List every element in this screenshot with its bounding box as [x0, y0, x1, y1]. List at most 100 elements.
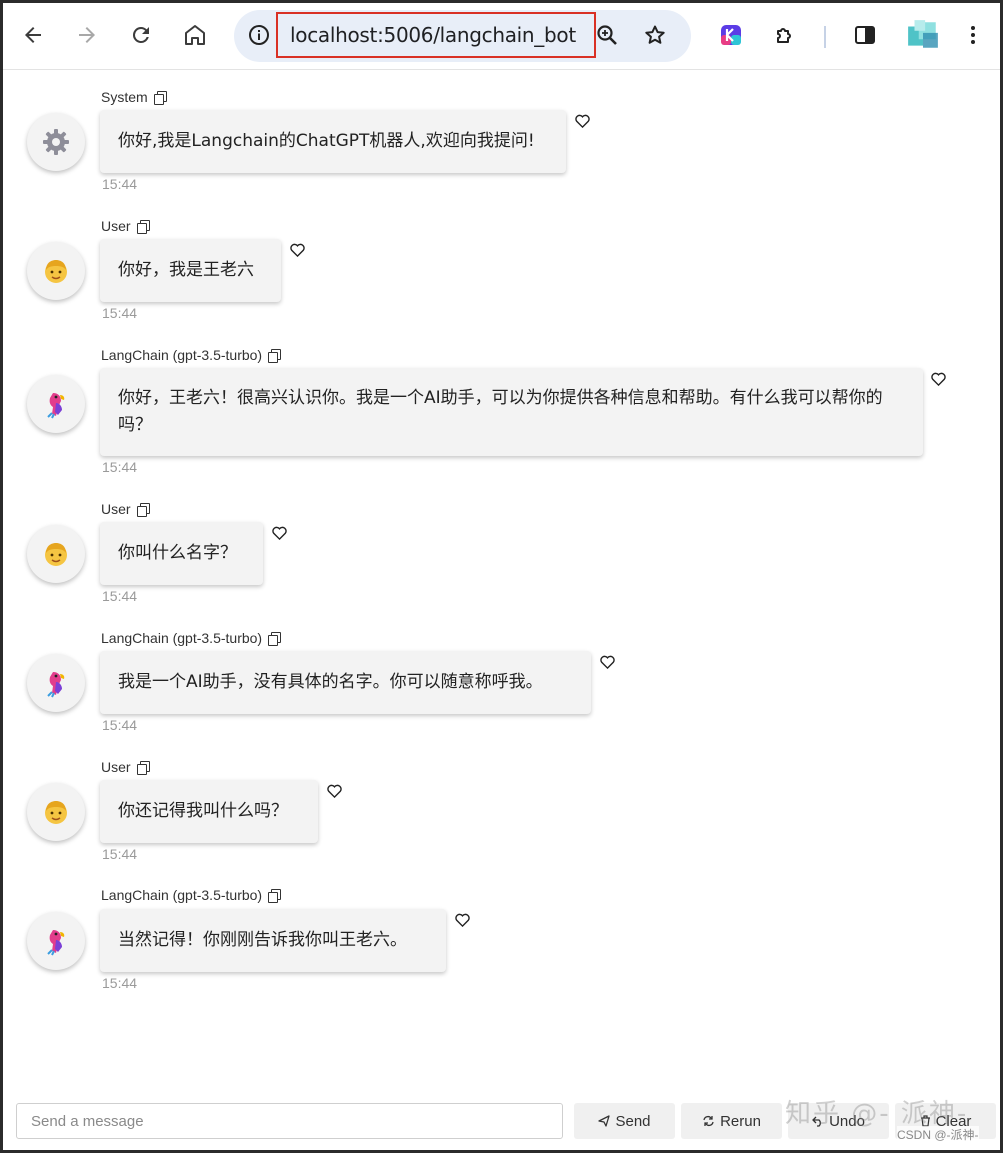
side-panel-icon — [855, 26, 875, 44]
sender-name: User — [101, 218, 131, 234]
message-sender: LangChain (gpt-3.5-turbo) — [101, 347, 282, 363]
zoom-icon — [597, 25, 617, 45]
message-bubble: 我是一个AI助手，没有具体的名字。你可以随意称呼我。 — [100, 651, 591, 714]
reload-icon — [132, 26, 149, 43]
message-text: 我是一个AI助手，没有具体的名字。你可以随意称呼我。 — [118, 672, 543, 692]
user-face-icon — [45, 801, 67, 824]
message-timestamp: 15:44 — [102, 459, 138, 475]
puzzle-extensions-icon — [777, 28, 791, 43]
sender-name: User — [101, 501, 131, 517]
message-text: 你叫什么名字？ — [118, 543, 237, 563]
heart-icon[interactable] — [931, 372, 946, 386]
user-face-icon — [45, 543, 67, 566]
menu-kebab-icon — [971, 26, 975, 44]
zhihu-watermark: 知乎 @- 派神- — [785, 1099, 969, 1129]
rerun-button[interactable]: Rerun — [681, 1103, 782, 1139]
avatar — [27, 912, 85, 970]
message-sender: System — [101, 89, 167, 105]
message-text: 你好，我是王老六 — [118, 260, 254, 280]
send-icon — [598, 1115, 611, 1127]
message-timestamp: 15:44 — [102, 176, 138, 192]
menu-button[interactable] — [955, 17, 991, 53]
gear-icon — [43, 129, 69, 155]
avatar — [27, 113, 85, 171]
message-bubble: 你叫什么名字？ — [100, 522, 263, 585]
message-sender: User — [101, 218, 150, 234]
message-bubble: 你好，王老六！很高兴认识你。我是一个AI助手，可以为你提供各种信息和帮助。有什么… — [100, 368, 923, 456]
rerun-label: Rerun — [720, 1112, 761, 1130]
message-timestamp: 15:44 — [102, 975, 138, 991]
user-face-icon — [45, 260, 67, 283]
message-timestamp: 15:44 — [102, 717, 138, 733]
message-bubble: 你还记得我叫什么吗？ — [100, 780, 318, 843]
sender-name: LangChain (gpt-3.5-turbo) — [101, 347, 263, 363]
extension-app-button[interactable] — [713, 17, 749, 53]
heart-icon[interactable] — [272, 526, 287, 540]
message-sender: User — [101, 501, 150, 517]
heart-icon[interactable] — [575, 114, 590, 128]
message-text: 你还记得我叫什么吗？ — [118, 801, 288, 821]
back-arrow-icon — [25, 27, 41, 43]
heart-icon[interactable] — [327, 784, 342, 798]
heart-icon[interactable] — [455, 913, 470, 927]
bookmark-button[interactable] — [637, 17, 673, 53]
home-icon — [185, 25, 205, 45]
avatar — [27, 654, 85, 712]
profile-button[interactable] — [901, 17, 945, 53]
sender-name: User — [101, 759, 131, 775]
browser-toolbar: localhost:5006/langchain_bot — [3, 3, 1000, 70]
zoom-button[interactable] — [589, 17, 625, 53]
extension-app-icon — [721, 25, 741, 45]
message-bubble: 你好,我是Langchain的ChatGPT机器人,欢迎向我提问! — [100, 110, 566, 173]
message-sender: LangChain (gpt-3.5-turbo) — [101, 887, 282, 903]
avatar — [27, 783, 85, 841]
message-text: 你好，王老六！很高兴认识你。我是一个AI助手，可以为你提供各种信息和帮助。有什么… — [118, 388, 883, 435]
reload-button[interactable] — [123, 17, 159, 53]
heart-icon[interactable] — [600, 655, 615, 669]
url-text: localhost:5006/langchain_bot — [290, 23, 576, 47]
message-text: 当然记得！你刚刚告诉我你叫王老六。 — [118, 930, 407, 950]
message-sender: User — [101, 759, 150, 775]
heart-icon[interactable] — [290, 243, 305, 257]
message-input[interactable] — [16, 1103, 563, 1139]
copy-icon[interactable] — [268, 348, 282, 363]
copy-icon[interactable] — [268, 888, 282, 903]
toolbar-divider — [824, 26, 826, 48]
profile-icon — [908, 20, 938, 48]
message-sender: LangChain (gpt-3.5-turbo) — [101, 630, 282, 646]
site-info-icon — [249, 25, 269, 45]
send-button[interactable]: Send — [574, 1103, 675, 1139]
home-button[interactable] — [177, 17, 213, 53]
side-panel-button[interactable] — [847, 17, 883, 53]
message-timestamp: 15:44 — [102, 846, 138, 862]
message-timestamp: 15:44 — [102, 588, 138, 604]
forward-arrow-icon — [79, 27, 95, 43]
message-timestamp: 15:44 — [102, 305, 138, 321]
parrot-icon — [47, 393, 65, 419]
sender-name: LangChain (gpt-3.5-turbo) — [101, 630, 263, 646]
csdn-watermark: CSDN @-派神- — [897, 1126, 979, 1143]
message-bubble: 当然记得！你刚刚告诉我你叫王老六。 — [100, 909, 446, 972]
rerun-icon — [703, 1115, 714, 1127]
avatar — [27, 242, 85, 300]
parrot-icon — [47, 672, 65, 698]
avatar — [27, 525, 85, 583]
browser-window: localhost:5006/langchain_bot System 你好,我… — [3, 3, 1000, 1150]
url-field[interactable]: localhost:5006/langchain_bot — [276, 12, 596, 58]
back-button[interactable] — [15, 17, 51, 53]
copy-icon[interactable] — [136, 502, 150, 517]
sender-name: LangChain (gpt-3.5-turbo) — [101, 887, 263, 903]
site-info-button[interactable] — [241, 17, 277, 53]
copy-icon[interactable] — [136, 219, 150, 234]
copy-icon[interactable] — [153, 90, 167, 105]
copy-icon[interactable] — [136, 760, 150, 775]
copy-icon[interactable] — [268, 631, 282, 646]
forward-button[interactable] — [69, 17, 105, 53]
sender-name: System — [101, 89, 148, 105]
parrot-icon — [47, 930, 65, 956]
send-label: Send — [615, 1112, 651, 1130]
message-bubble: 你好，我是王老六 — [100, 239, 281, 302]
bookmark-star-icon — [645, 25, 665, 44]
extensions-button[interactable] — [767, 17, 803, 53]
chat-feed: System 你好,我是Langchain的ChatGPT机器人,欢迎向我提问!… — [3, 71, 1000, 1091]
